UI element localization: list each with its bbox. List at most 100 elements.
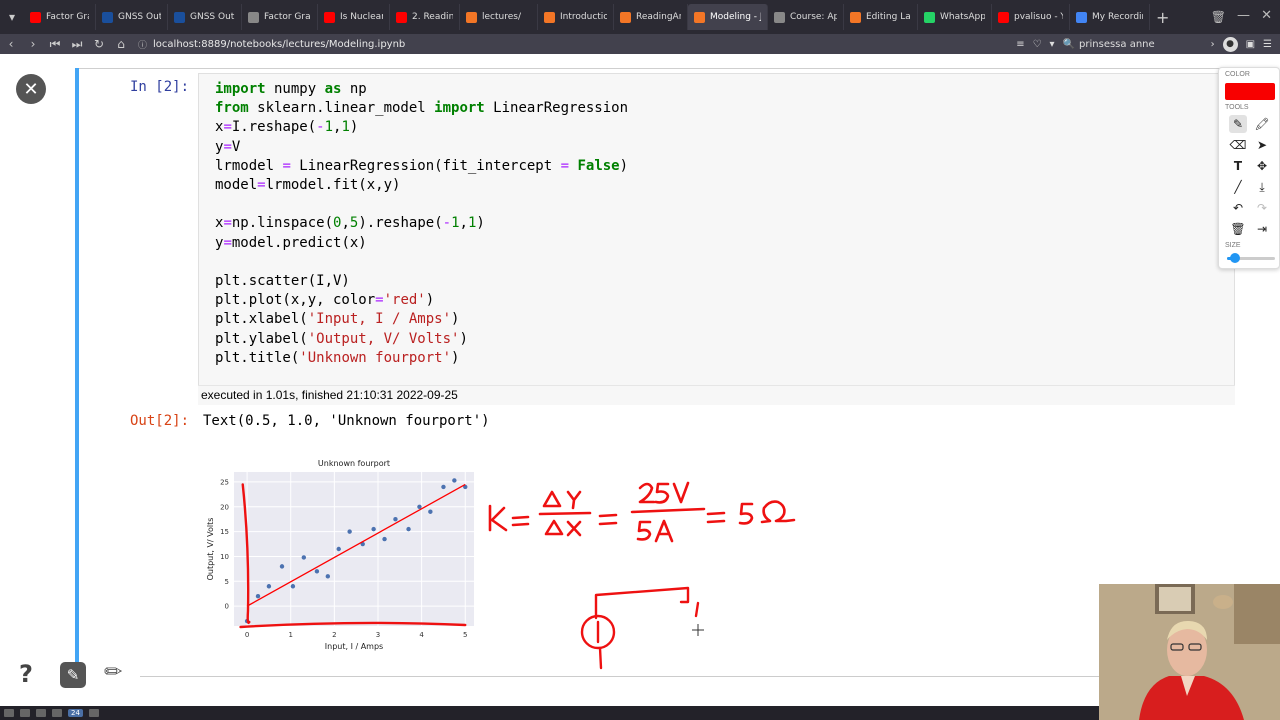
- scatter-point: [336, 546, 341, 552]
- ink-fraction-bar-2: [630, 507, 706, 514]
- undo-icon[interactable]: ↶: [1229, 199, 1247, 217]
- ink-circuit: [580, 586, 700, 670]
- close-window-icon[interactable]: ✕: [1261, 8, 1272, 23]
- tab-title: Editing Label: [866, 12, 911, 22]
- browser-tab[interactable]: Editing Label: [844, 4, 918, 30]
- tab-favicon-icon: [998, 11, 1009, 23]
- size-slider-knob[interactable]: [1230, 253, 1240, 263]
- y-tick-label: 5: [225, 578, 229, 586]
- ink-omega: [760, 500, 796, 524]
- taskbar-app-icon[interactable]: [36, 709, 46, 717]
- tab-favicon-icon: [248, 11, 259, 23]
- info-icon[interactable]: ⓘ: [138, 38, 147, 51]
- chevron-right-icon[interactable]: ›: [1211, 39, 1215, 50]
- chart-title: Unknown fourport: [318, 459, 390, 468]
- marker-icon[interactable]: 🖍: [1253, 115, 1271, 133]
- search-box[interactable]: 🔍 prinsessa anne: [1063, 39, 1203, 50]
- code-cell-input[interactable]: import numpy as np from sklearn.linear_m…: [198, 73, 1235, 405]
- nav-right-group: ≡ ♡ ▾ 🔍 prinsessa anne › ● ▣ ☰: [1016, 34, 1280, 54]
- taskbar-app-icon[interactable]: [20, 709, 30, 717]
- tab-title: My Recording: [1092, 12, 1143, 22]
- browser-tab[interactable]: ReadingAndI: [614, 4, 688, 30]
- minimize-icon[interactable]: —: [1237, 8, 1250, 23]
- taskbar-app-icon[interactable]: [4, 709, 14, 717]
- dropdown-icon[interactable]: ▾: [1050, 39, 1055, 50]
- browser-tab[interactable]: 2. Reading an: [390, 4, 460, 30]
- url-text: localhost:8889/notebooks/lectures/Modeli…: [153, 38, 406, 50]
- tab-favicon-icon: [620, 11, 631, 23]
- taskbar-badge[interactable]: 24: [68, 709, 83, 717]
- trash-icon[interactable]: 🗑: [1211, 10, 1226, 24]
- browser-tab[interactable]: GNSS Outlier: [96, 4, 168, 30]
- tab-title: 2. Reading an: [412, 12, 453, 22]
- eraser-icon[interactable]: ⌫: [1229, 136, 1247, 154]
- ink-delta-y: [542, 490, 582, 510]
- ink-25v: [638, 481, 690, 504]
- browser-menu-icon[interactable]: ▾: [0, 0, 24, 34]
- pointer-icon[interactable]: ➤: [1253, 136, 1271, 154]
- avatar[interactable]: ●: [1222, 36, 1238, 52]
- ink-lead: [598, 646, 603, 670]
- browser-tab[interactable]: Introduction: [538, 4, 614, 30]
- browser-tab[interactable]: Factor Graph: [242, 4, 318, 30]
- text-tool-icon[interactable]: T: [1229, 157, 1247, 175]
- scatter-point: [347, 529, 352, 534]
- url-bar[interactable]: ⓘ localhost:8889/notebooks/lectures/Mode…: [138, 34, 405, 54]
- browser-tab[interactable]: My Recording: [1070, 4, 1150, 30]
- reload-icon[interactable]: ↻: [88, 37, 110, 51]
- tab-title: lectures/: [482, 12, 521, 22]
- scatter-point: [441, 484, 446, 490]
- browser-tab[interactable]: GNSS Outlier: [168, 4, 242, 30]
- forward-icon[interactable]: ›: [22, 37, 44, 51]
- code-text[interactable]: import numpy as np from sklearn.linear_m…: [215, 80, 628, 368]
- y-tick-label: 25: [220, 478, 229, 486]
- exit-icon[interactable]: ⇥: [1253, 220, 1271, 238]
- skip-back-icon[interactable]: ⏮: [44, 37, 66, 52]
- scatter-point: [301, 555, 307, 560]
- tab-title: Course: Appli: [790, 12, 837, 22]
- ink-formula: [488, 481, 796, 543]
- browser-tab[interactable]: lectures/: [460, 4, 538, 30]
- scatter-point: [266, 584, 272, 589]
- close-icon[interactable]: ✕: [16, 74, 46, 104]
- chart-svg: 0 1 2 3 4 5 0 5 10 15 20 25 Unknown fourport Input, I…: [206, 459, 474, 651]
- x-tick-label: 3: [376, 631, 380, 639]
- browser-tab[interactable]: Is Nuclear Po: [318, 4, 390, 30]
- browser-tab[interactable]: Course: Appli: [768, 4, 844, 30]
- new-tab-icon[interactable]: +: [1156, 8, 1169, 27]
- browser-tab[interactable]: Factor Graph: [24, 4, 96, 30]
- tab-favicon-icon: [694, 11, 705, 23]
- divider: [140, 676, 1100, 677]
- browser-tab[interactable]: Modeling - Ju: [688, 4, 768, 30]
- ink-fraction-bar-1: [538, 511, 592, 516]
- taskbar-app-icon[interactable]: [88, 709, 99, 717]
- scatter-point: [279, 564, 285, 569]
- move-icon[interactable]: ✥: [1253, 157, 1271, 175]
- scatter-point: [406, 526, 411, 532]
- edit-icon[interactable]: ✎: [60, 662, 86, 688]
- line-icon[interactable]: ╱: [1229, 178, 1247, 196]
- pencil-icon[interactable]: ✏: [104, 660, 122, 685]
- tab-title: pvalisuo - You: [1014, 12, 1063, 22]
- bookmark-icon[interactable]: ♡: [1033, 39, 1042, 50]
- pen-icon[interactable]: ✎: [1229, 115, 1247, 133]
- redo-icon[interactable]: ↷: [1253, 199, 1271, 217]
- menu-icon[interactable]: ☰: [1263, 39, 1272, 50]
- download-icon[interactable]: ⤓: [1253, 178, 1271, 196]
- skip-forward-icon[interactable]: ⏭: [66, 37, 88, 52]
- taskbar-mail-icon[interactable]: [52, 709, 62, 717]
- back-icon[interactable]: ‹: [0, 37, 22, 51]
- delete-icon[interactable]: 🗑: [1229, 220, 1247, 238]
- browser-tab[interactable]: pvalisuo - You: [992, 4, 1070, 30]
- browser-tab[interactable]: WhatsApp: [918, 4, 992, 30]
- tab-favicon-icon: [1076, 11, 1087, 23]
- webcam-overlay: [1099, 584, 1280, 720]
- tab-title: GNSS Outlier: [118, 12, 161, 22]
- reader-icon[interactable]: ≡: [1016, 39, 1024, 50]
- output-prompt: Out[2]:: [130, 413, 190, 429]
- help-icon[interactable]: ?: [19, 660, 33, 688]
- color-swatch[interactable]: [1225, 83, 1275, 100]
- extensions-icon[interactable]: ▣: [1246, 39, 1255, 50]
- home-icon[interactable]: ⌂: [110, 37, 132, 51]
- tab-favicon-icon: [774, 11, 785, 23]
